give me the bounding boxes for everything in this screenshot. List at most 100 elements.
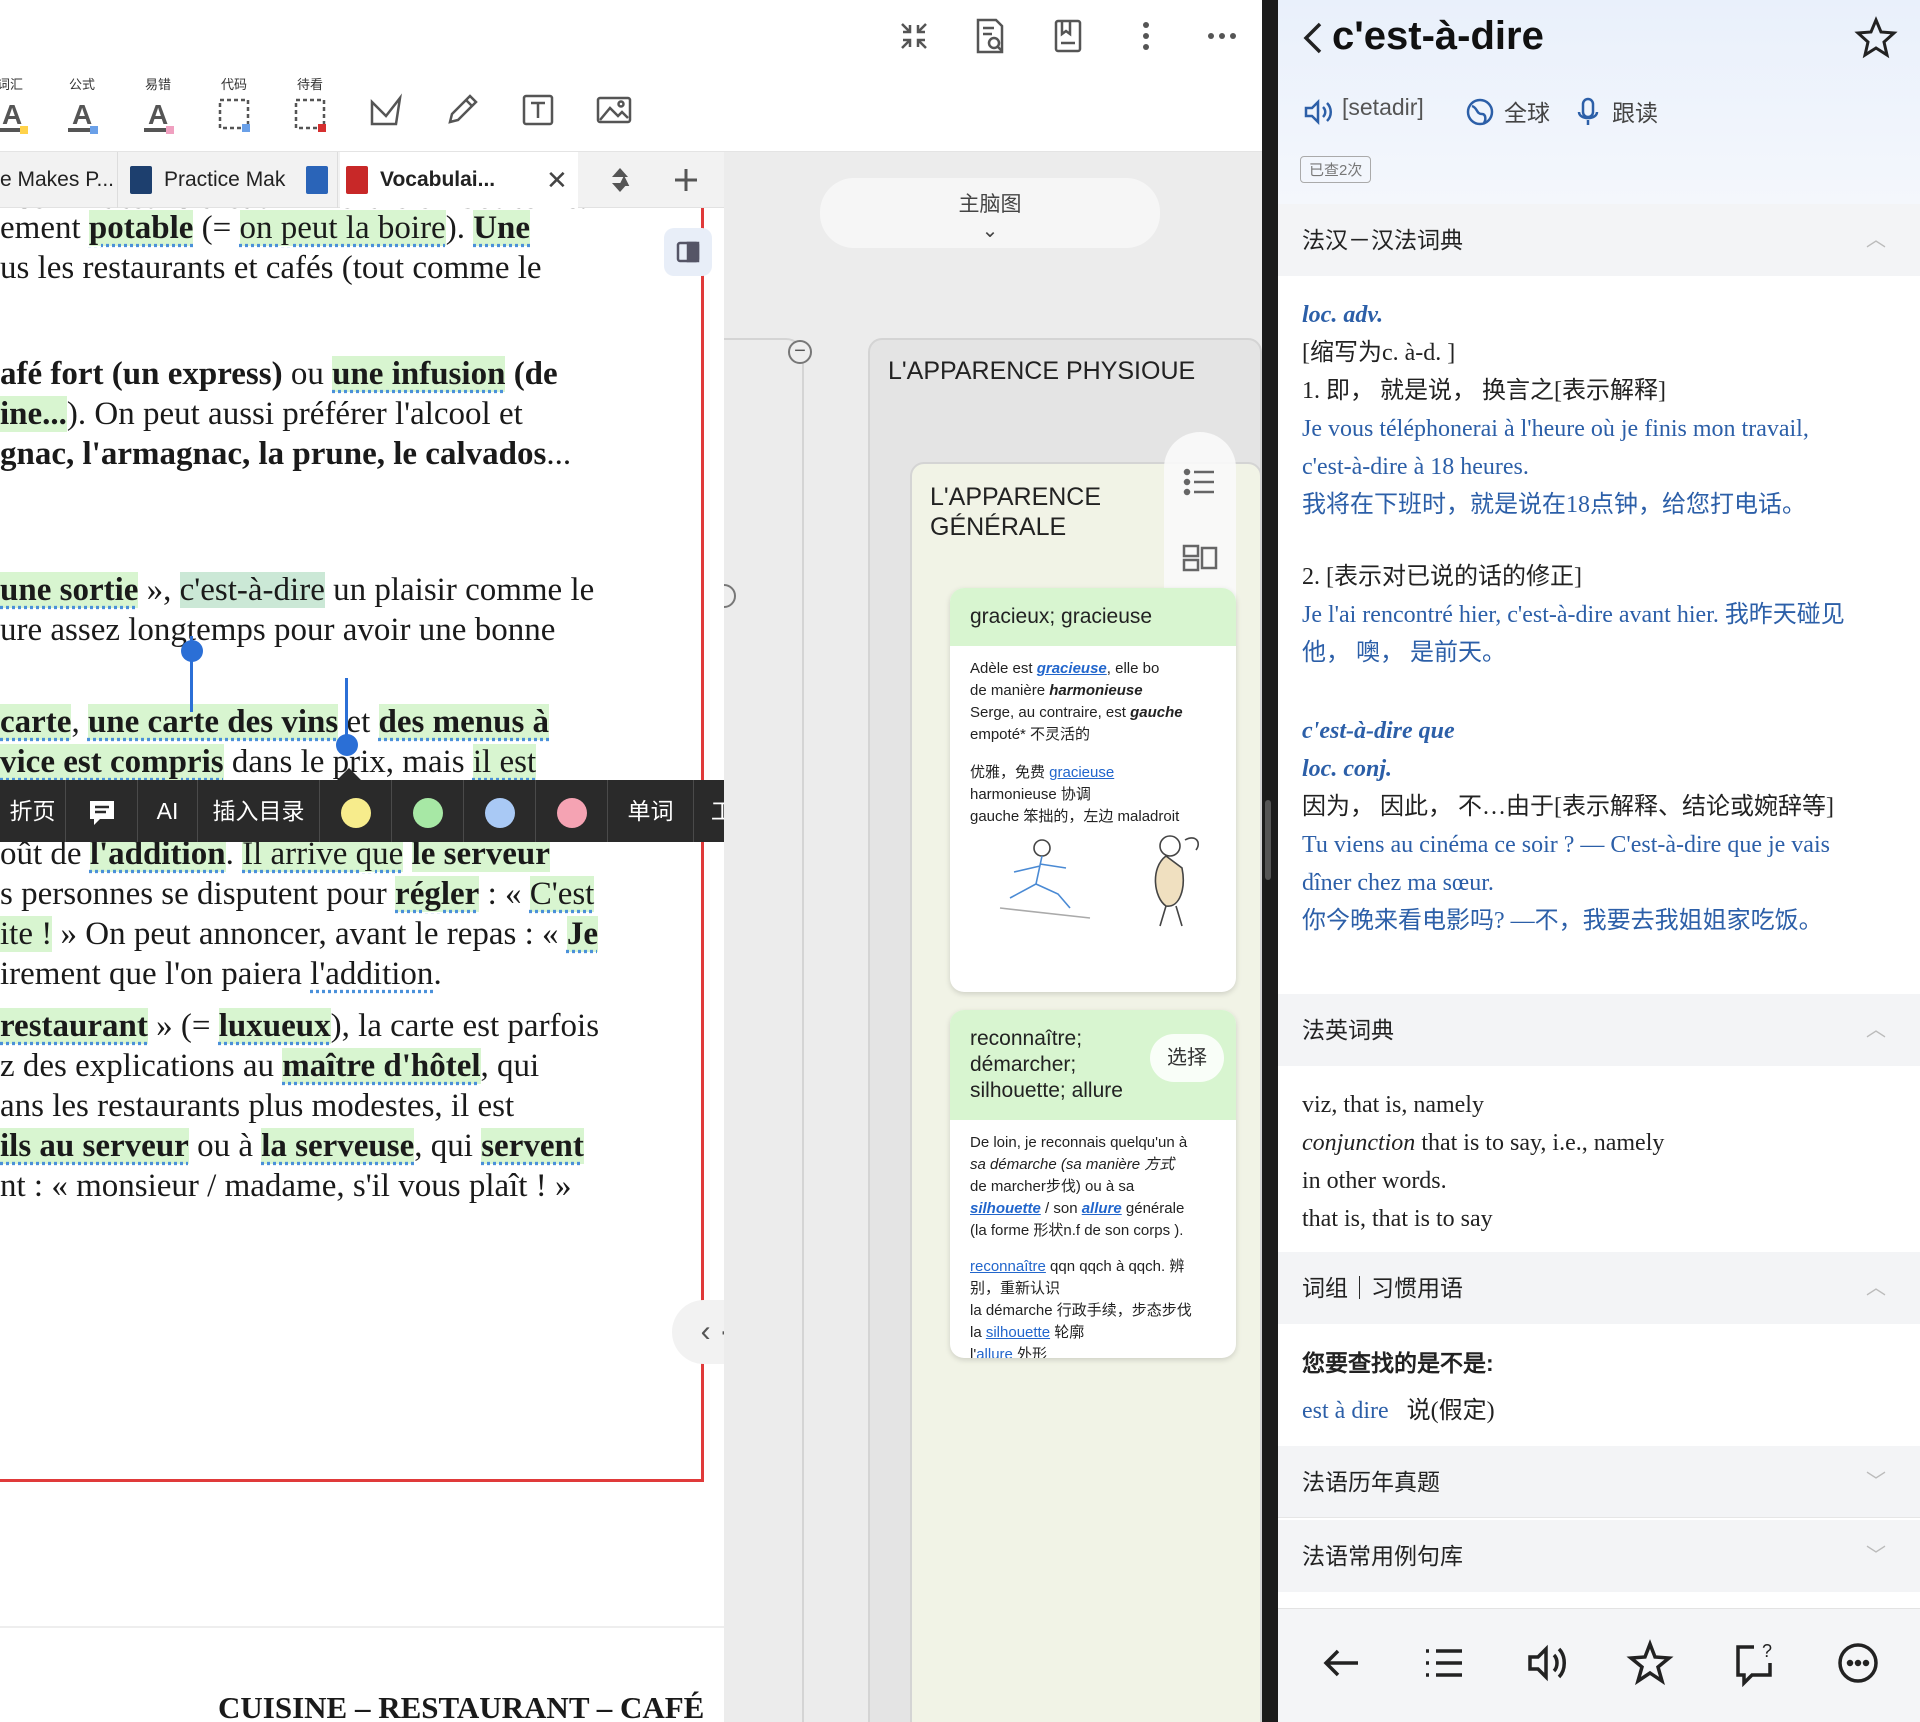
- pdf-text-segment[interactable]: il est: [472, 744, 537, 780]
- more-icon[interactable]: [1834, 1639, 1882, 1687]
- pdf-text-segment[interactable]: potable: [88, 210, 194, 246]
- highlight-green-button[interactable]: [392, 780, 464, 842]
- comment-button[interactable]: [66, 780, 138, 842]
- sidebar-toggle-button[interactable]: [664, 228, 712, 276]
- speaker-icon[interactable]: [1524, 1639, 1572, 1687]
- close-tab-icon[interactable]: ✕: [546, 152, 568, 208]
- feedback-icon[interactable]: ?: [1730, 1639, 1778, 1687]
- pdf-text-segment[interactable]: » On peut annoncer, avant le repas : «: [52, 916, 567, 952]
- globe-icon[interactable]: [1464, 96, 1496, 128]
- section-fr-en[interactable]: 法英词典 ︿: [1278, 994, 1920, 1066]
- insert-toc-button[interactable]: 插入目录: [198, 780, 320, 842]
- pdf-text-segment[interactable]: restaurant: [0, 1008, 148, 1044]
- lasso-icon[interactable]: [366, 90, 406, 130]
- pdf-text-segment[interactable]: ils au serveur: [0, 1128, 189, 1164]
- star-icon[interactable]: [1626, 1639, 1674, 1687]
- bookmark-icon[interactable]: [1048, 16, 1088, 56]
- tab-makes[interactable]: e Makes P...: [0, 152, 118, 208]
- pdf-text-segment[interactable]: .: [433, 956, 441, 992]
- pdf-text-segment[interactable]: us les restaurants et cafés (tout comme …: [0, 250, 542, 286]
- pdf-text-segment[interactable]: » (=: [148, 1008, 219, 1044]
- tab-practice[interactable]: Practice Mak: [120, 152, 338, 208]
- word-button[interactable]: 单词: [608, 780, 694, 842]
- favorite-star-icon[interactable]: [1854, 16, 1898, 60]
- pdf-text-segment[interactable]: l'addition: [310, 956, 433, 992]
- microphone-icon[interactable]: [1572, 96, 1604, 128]
- pdf-text-segment[interactable]: : «: [479, 876, 529, 912]
- arrow-left-icon[interactable]: [1318, 1639, 1366, 1687]
- tool-watch[interactable]: 待看: [280, 74, 340, 140]
- selection-start-knob[interactable]: [181, 640, 203, 662]
- pdf-text-segment[interactable]: ans les restaurants plus modestes, il es…: [0, 1088, 514, 1124]
- follow-read-label[interactable]: 跟读: [1612, 94, 1658, 128]
- pdf-text-segment[interactable]: ine...: [0, 396, 67, 432]
- pdf-text-segment[interactable]: ite !: [0, 916, 53, 952]
- pdf-text-segment[interactable]: une carte des vins: [87, 704, 339, 740]
- tab-vocabulaire[interactable]: Vocabulai... ✕: [340, 152, 578, 208]
- pencil-icon[interactable]: [442, 90, 482, 130]
- pdf-text-segment[interactable]: vice est compris: [0, 744, 224, 780]
- pdf-text-segment[interactable]: une sortie: [0, 572, 139, 608]
- pdf-text-segment[interactable]: , qui: [414, 1128, 481, 1164]
- pdf-text-segment[interactable]: régler: [395, 876, 480, 912]
- back-icon[interactable]: [1298, 20, 1326, 56]
- collapse-icon[interactable]: [894, 16, 934, 56]
- pdf-text-segment[interactable]: servent: [481, 1128, 584, 1164]
- speaker-icon[interactable]: [1302, 96, 1334, 128]
- pdf-text-segment[interactable]: ), la carte est parfois: [331, 1008, 599, 1044]
- pdf-text-segment[interactable]: carte: [0, 704, 72, 740]
- pdf-text-segment[interactable]: on peut la boire: [239, 210, 446, 246]
- list-icon[interactable]: [1180, 462, 1220, 502]
- section-phrases[interactable]: 词组｜习惯用语 ︿: [1278, 1252, 1920, 1324]
- collapse-node-icon[interactable]: −: [788, 340, 812, 364]
- pdf-text-segment[interactable]: luxueux: [218, 1008, 331, 1044]
- pdf-text-segment[interactable]: Je: [566, 916, 598, 952]
- selected-text[interactable]: c'est-à-dire: [179, 572, 325, 608]
- pdf-text-segment[interactable]: des menus à: [378, 704, 550, 740]
- highlight-pink-button[interactable]: [536, 780, 608, 842]
- suggested-word[interactable]: est à dire: [1302, 1398, 1389, 1424]
- select-button[interactable]: 选择: [1150, 1034, 1224, 1082]
- pdf-text-segment[interactable]: un plaisir comme le: [325, 572, 594, 608]
- tool-mistake[interactable]: 易错 A: [128, 74, 188, 140]
- pdf-text-segment[interactable]: la serveuse: [261, 1128, 415, 1164]
- more-vertical-icon[interactable]: [1126, 16, 1166, 56]
- pdf-text-segment[interactable]: s personnes se disputent pour: [0, 876, 395, 912]
- pdf-text-segment[interactable]: ).: [446, 210, 474, 246]
- pdf-text-segment[interactable]: ou à: [189, 1128, 261, 1164]
- pdf-text-segment[interactable]: nt : « monsieur / madame, s'il vous plaî…: [0, 1168, 571, 1204]
- ai-button[interactable]: AI: [138, 780, 198, 842]
- pdf-text-segment[interactable]: afé fort (un express): [0, 356, 283, 392]
- image-icon[interactable]: [594, 90, 634, 130]
- more-horizontal-icon[interactable]: [1202, 16, 1242, 56]
- layout-icon[interactable]: [1180, 538, 1220, 578]
- section-example-sentences[interactable]: 法语常用例句库 ﹀: [1278, 1520, 1920, 1592]
- highlight-blue-button[interactable]: [464, 780, 536, 842]
- pdf-text-segment[interactable]: (=: [193, 210, 239, 246]
- selection-end-knob[interactable]: [336, 734, 358, 756]
- search-document-icon[interactable]: [970, 16, 1010, 56]
- pdf-text-segment[interactable]: ,: [71, 704, 88, 740]
- pdf-text-segment[interactable]: ou: [283, 356, 333, 392]
- tool-vocab[interactable]: 词汇 A: [0, 74, 40, 140]
- reorder-icon[interactable]: [608, 166, 632, 194]
- did-you-mean-item[interactable]: est à dire 说(假定): [1302, 1390, 1495, 1425]
- pdf-text-segment[interactable]: gnac, l'armagnac, la prune, le calvados: [0, 436, 546, 472]
- text-box-icon[interactable]: [518, 90, 558, 130]
- pdf-text-segment[interactable]: irement que l'on paiera: [0, 956, 310, 992]
- pdf-text-segment[interactable]: ement: [0, 210, 89, 246]
- section-fr-cn[interactable]: 法汉－汉法词典 ︿: [1278, 204, 1920, 276]
- pdf-text-segment[interactable]: Une: [473, 210, 531, 246]
- pdf-text-segment[interactable]: ...: [546, 436, 571, 472]
- pdf-text-segment[interactable]: (de: [505, 356, 558, 392]
- pdf-text-segment[interactable]: C'est: [529, 876, 595, 912]
- divider-handle[interactable]: [1265, 800, 1271, 880]
- card-gracieux[interactable]: gracieux; gracieuse Adèle est gracieuse,…: [950, 588, 1236, 992]
- tool-code[interactable]: 代码: [204, 74, 264, 140]
- card-reconnaitre[interactable]: reconnaître; démarcher; silhouette; allu…: [950, 1010, 1236, 1358]
- global-label[interactable]: 全球: [1504, 94, 1550, 128]
- highlight-yellow-button[interactable]: [320, 780, 392, 842]
- pdf-text-segment[interactable]: , qui: [481, 1048, 540, 1084]
- pdf-text-segment[interactable]: ). On peut aussi préférer l'alcool et: [67, 396, 523, 432]
- add-tab-icon[interactable]: [672, 166, 700, 194]
